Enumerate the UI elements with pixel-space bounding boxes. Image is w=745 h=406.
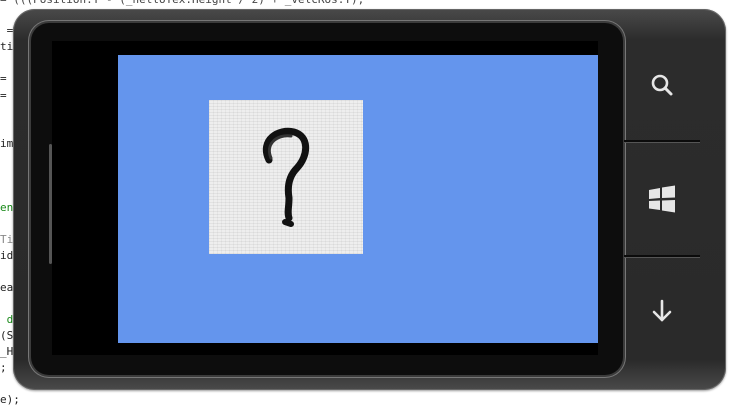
start-button[interactable] (624, 169, 700, 229)
code-line: = (0, 24, 14, 37)
code-line: id (0, 249, 14, 262)
code-line: e); (0, 393, 20, 406)
game-viewport[interactable] (118, 55, 598, 343)
phone-emulator (13, 9, 726, 390)
search-button[interactable] (624, 55, 700, 115)
code-line: ; (0, 361, 7, 374)
code-line: en (0, 201, 14, 214)
question-mark-sprite (209, 100, 363, 254)
back-button[interactable] (624, 281, 700, 341)
button-divider (624, 255, 700, 257)
button-divider (624, 140, 700, 142)
code-line: = (((Position.Y - (_helloTex.Height / 2)… (0, 0, 364, 6)
windows-logo-icon (649, 185, 675, 213)
arrow-down-icon (652, 299, 672, 322)
question-mark-icon (263, 127, 310, 227)
search-icon (651, 74, 673, 96)
hardware-buttons (624, 9, 726, 390)
